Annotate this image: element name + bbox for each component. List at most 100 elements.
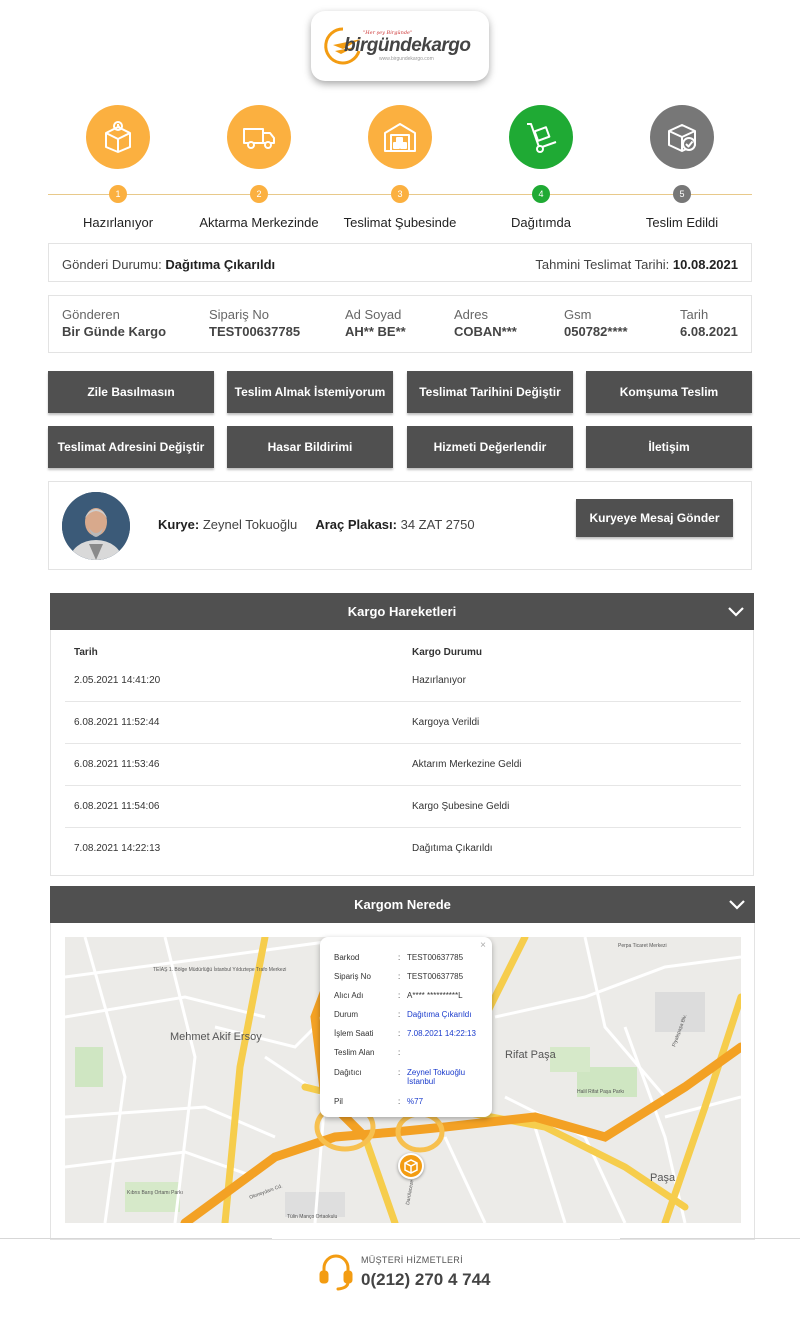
popup-key: Pil bbox=[334, 1097, 343, 1106]
info-gsm: Gsm 050782**** bbox=[564, 307, 628, 339]
popup-value: Dağıtıma Çıkarıldı bbox=[407, 1010, 472, 1019]
step-2-label: Aktarma Merkezinde bbox=[199, 215, 319, 230]
popup-value: 7.08.2021 14:22:13 bbox=[407, 1029, 476, 1038]
chevron-down-icon[interactable] bbox=[729, 897, 745, 913]
logo-wordmark: birgündekargo bbox=[344, 35, 471, 56]
estimated-delivery: Tahmini Teslimat Tarihi: 10.08.2021 bbox=[535, 257, 738, 272]
info-label: Adres bbox=[454, 307, 488, 322]
cargo-moves-title: Kargo Hareketleri bbox=[347, 604, 457, 619]
info-value: AH** BE** bbox=[345, 324, 406, 339]
popup-value: Zeynel Tokuoğlu İstanbul bbox=[407, 1068, 466, 1086]
courier-name: Zeynel Tokuoğlu bbox=[202, 517, 298, 532]
step-3-circle bbox=[368, 105, 432, 169]
popup-key: Barkod bbox=[334, 953, 360, 962]
table-row: 6.08.2021 11:54:06 Kargo Şubesine Geldi bbox=[65, 786, 741, 828]
map-info-popup: × Barkod: TEST00637785 Sipariş No: TEST0… bbox=[320, 937, 492, 1117]
footer-divider bbox=[620, 1238, 800, 1239]
chevron-down-icon[interactable] bbox=[728, 604, 744, 620]
info-label: Tarih bbox=[680, 307, 709, 322]
plate-value: 34 ZAT 2750 bbox=[400, 517, 475, 532]
courier-avatar bbox=[62, 492, 130, 560]
popup-value: %77 bbox=[407, 1097, 424, 1106]
column-header-date: Tarih bbox=[74, 647, 98, 658]
damage-report-button[interactable]: Hasar Bildirimi bbox=[227, 426, 393, 468]
customer-service-phone[interactable]: 0(212) 270 4 744 bbox=[361, 1270, 491, 1290]
warehouse-icon bbox=[384, 123, 416, 152]
contact-button[interactable]: İletişim bbox=[586, 426, 752, 468]
step-5-number: 5 bbox=[673, 185, 691, 203]
message-courier-button[interactable]: Kuryeye Mesaj Gönder bbox=[576, 499, 733, 537]
info-sender: Gönderen Bir Günde Kargo bbox=[62, 307, 166, 339]
delivered-box-icon bbox=[668, 124, 696, 152]
row-date: 6.08.2021 11:52:44 bbox=[74, 717, 160, 728]
close-icon[interactable]: × bbox=[480, 940, 486, 951]
map-label: Rifat Paşa bbox=[505, 1049, 557, 1061]
change-delivery-date-button[interactable]: Teslimat Tarihini Değiştir bbox=[407, 371, 573, 413]
info-order-no: Sipariş No TEST00637785 bbox=[209, 307, 300, 339]
row-status: Kargoya Verildi bbox=[412, 717, 480, 728]
row-date: 6.08.2021 11:54:06 bbox=[74, 801, 160, 812]
table-row: 6.08.2021 11:53:46 Aktarım Merkezine Gel… bbox=[65, 744, 741, 786]
logo-url: www.birgundekargo.com bbox=[379, 56, 434, 62]
row-status: Aktarım Merkezine Geldi bbox=[412, 759, 522, 770]
map-label: Kıbrıs Barış Ortamı Parkı bbox=[127, 1190, 183, 1196]
rate-service-button[interactable]: Hizmeti Değerlendir bbox=[407, 426, 573, 468]
estimated-delivery-label: Tahmini Teslimat Tarihi: bbox=[535, 257, 670, 272]
box-icon bbox=[105, 121, 131, 153]
table-row: 6.08.2021 11:52:44 Kargoya Verildi bbox=[65, 702, 741, 744]
cargo-moves-header[interactable]: Kargo Hareketleri bbox=[50, 593, 754, 631]
shipment-status-bar: Gönderi Durumu: Dağıtıma Çıkarıldı Tahmi… bbox=[48, 243, 752, 282]
step-3-number: 3 bbox=[391, 185, 409, 203]
info-value: 050782**** bbox=[564, 324, 628, 339]
step-1-number: 1 bbox=[109, 185, 127, 203]
step-4-label: Dağıtımda bbox=[511, 215, 571, 230]
footer-divider bbox=[0, 1238, 272, 1239]
map-label: Tülin Manço Ortaokulu bbox=[287, 1214, 338, 1220]
refuse-delivery-button[interactable]: Teslim Almak İstemiyorum bbox=[227, 371, 393, 413]
info-name: Ad Soyad AH** BE** bbox=[345, 307, 406, 339]
step-3-label: Teslimat Şubesinde bbox=[343, 215, 457, 230]
popup-value: TEST00637785 bbox=[407, 953, 464, 962]
plate-label: Araç Plakası: bbox=[315, 517, 397, 532]
table-row: 7.08.2021 14:22:13 Dağıtıma Çıkarıldı bbox=[65, 828, 741, 870]
courier-label: Kurye: bbox=[158, 517, 200, 532]
map-label: Perpa Ticaret Merkezi bbox=[618, 943, 667, 949]
truck-icon bbox=[243, 128, 275, 149]
change-delivery-address-button[interactable]: Teslimat Adresini Değiştir bbox=[48, 426, 214, 468]
do-not-ring-button[interactable]: Zile Basılmasın bbox=[48, 371, 214, 413]
courier-details: Kurye: Zeynel Tokuoğlu Araç Plakası: 34 … bbox=[158, 517, 475, 532]
popup-key: Sipariş No bbox=[334, 972, 371, 981]
shipment-status-label: Gönderi Durumu: bbox=[62, 257, 162, 272]
column-header-status: Kargo Durumu bbox=[412, 647, 482, 658]
shipment-status-value: Dağıtıma Çıkarıldı bbox=[165, 257, 276, 272]
deliver-to-neighbor-button[interactable]: Komşuma Teslim bbox=[586, 371, 752, 413]
popup-key: Dağıtıcı bbox=[334, 1068, 362, 1077]
popup-key: Durum bbox=[334, 1010, 359, 1019]
map-label: Paşa bbox=[650, 1172, 676, 1184]
cargo-location-pin-icon[interactable] bbox=[398, 1153, 424, 1179]
info-value: COBAN*** bbox=[454, 324, 517, 339]
row-status: Dağıtıma Çıkarıldı bbox=[412, 843, 493, 854]
info-value: Bir Günde Kargo bbox=[62, 324, 167, 339]
estimated-delivery-value: 10.08.2021 bbox=[672, 257, 738, 272]
map-label: TEİAŞ 1. Bölge Müdürlüğü İstanbul Yıldız… bbox=[153, 966, 286, 973]
brand-logo[interactable]: "Her şey Birgünde" birgündekargo www.bir… bbox=[311, 11, 489, 81]
map-label: Mehmet Akif Ersoy bbox=[170, 1031, 262, 1043]
step-1-label: Hazırlanıyor bbox=[82, 215, 154, 230]
hand-truck-icon bbox=[527, 123, 557, 153]
customer-service-label: MÜŞTERİ HİZMETLERİ bbox=[361, 1255, 463, 1265]
courier-card: Kurye: Zeynel Tokuoğlu Araç Plakası: 34 … bbox=[48, 481, 752, 570]
table-row: 2.05.2021 14:41:20 Hazırlanıyor bbox=[65, 660, 741, 702]
info-label: Gsm bbox=[564, 307, 592, 322]
popup-key: Alıcı Adı bbox=[334, 991, 364, 1000]
where-is-cargo-title: Kargom Nerede bbox=[354, 897, 451, 912]
row-status: Hazırlanıyor bbox=[412, 675, 466, 686]
where-is-cargo-header[interactable]: Kargom Nerede bbox=[50, 886, 755, 924]
row-date: 2.05.2021 14:41:20 bbox=[74, 675, 161, 686]
popup-value: TEST00637785 bbox=[407, 972, 464, 981]
map-label: Halil Rifat Paşa Parkı bbox=[577, 1089, 624, 1095]
info-label: Sipariş No bbox=[209, 307, 269, 322]
shipment-status: Gönderi Durumu: Dağıtıma Çıkarıldı bbox=[62, 257, 275, 272]
step-1-circle bbox=[86, 105, 150, 169]
popup-key: İşlem Saati bbox=[334, 1029, 374, 1038]
